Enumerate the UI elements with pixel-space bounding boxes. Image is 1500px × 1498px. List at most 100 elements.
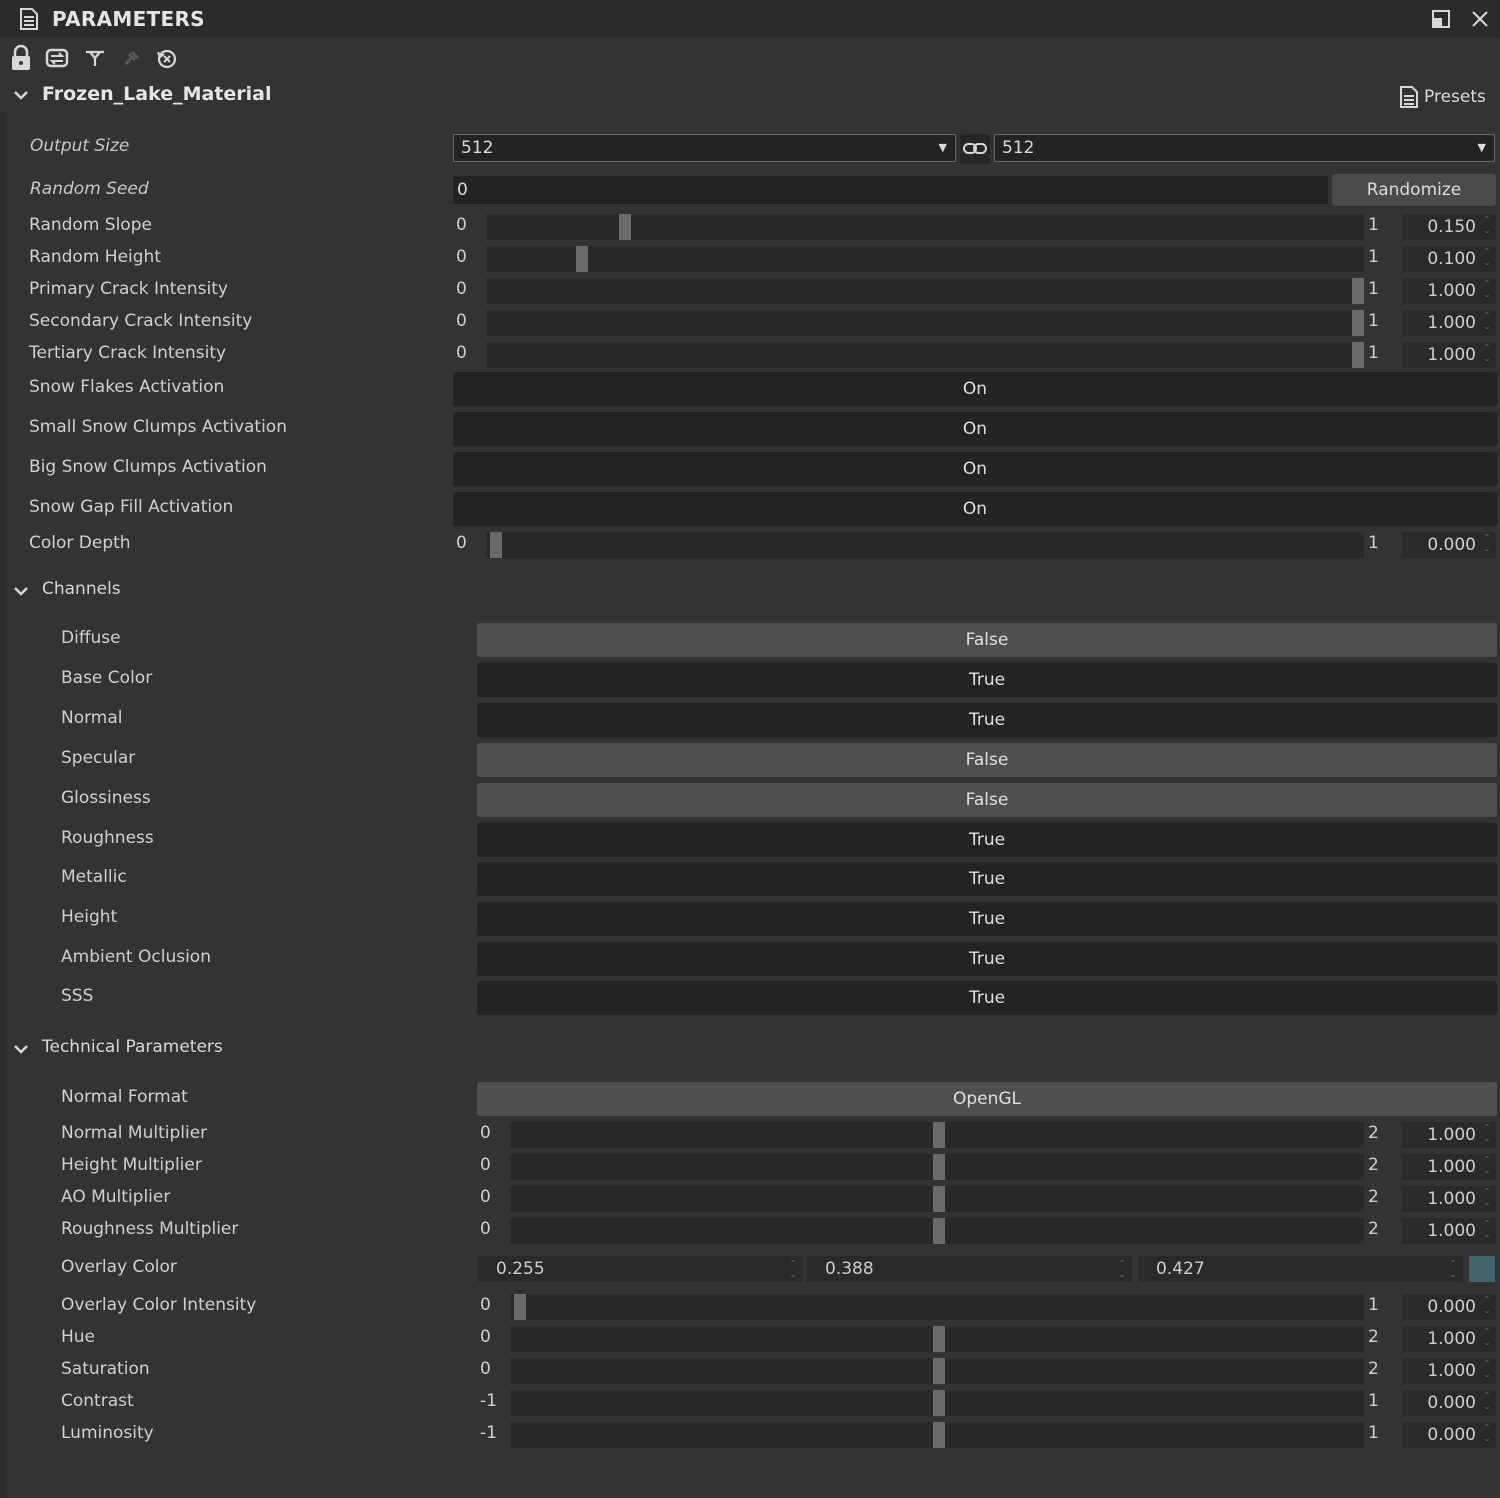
random-seed-input[interactable]: 0 <box>453 176 1328 204</box>
spinner-icon[interactable]: ⌃ ⌄ <box>1447 1256 1459 1280</box>
channel-label: Height <box>61 907 118 927</box>
randomize-button[interactable]: Randomize <box>1332 174 1496 206</box>
slider-handle[interactable] <box>933 1154 945 1180</box>
activation-label: Big Snow Clumps Activation <box>29 457 267 477</box>
channel-toggle[interactable]: True <box>477 823 1497 857</box>
slider-handle[interactable] <box>933 1390 945 1416</box>
link-icon <box>963 143 987 154</box>
slider-track[interactable] <box>486 246 1364 272</box>
slider-label: Normal Multiplier <box>61 1123 208 1143</box>
filter-icon[interactable] <box>82 44 108 72</box>
spinner-icon[interactable]: ⌃ ⌄ <box>1481 1186 1493 1212</box>
slider-track[interactable] <box>486 532 1364 558</box>
slider-max: 1 <box>1368 533 1379 553</box>
slider-track[interactable] <box>486 342 1364 368</box>
slider-handle[interactable] <box>490 532 502 558</box>
slider-min: 0 <box>480 1219 491 1239</box>
activation-label: Snow Flakes Activation <box>29 377 225 397</box>
slider-label: Random Slope <box>29 215 152 235</box>
overlay-color-r-input[interactable]: 0.255 ⌃ ⌄ <box>478 1256 803 1282</box>
spinner-icon[interactable]: ⌃ ⌄ <box>1481 1390 1493 1416</box>
sync-icon[interactable] <box>44 44 70 72</box>
slider-handle[interactable] <box>576 246 589 272</box>
spinner-icon[interactable]: ⌃ ⌄ <box>1481 1358 1493 1384</box>
output-height-dropdown[interactable]: 512 ▼ <box>994 134 1495 162</box>
slider-handle[interactable] <box>1352 310 1364 336</box>
link-size-button[interactable] <box>960 134 990 164</box>
channel-toggle[interactable]: False <box>477 623 1497 657</box>
activation-toggle[interactable]: On <box>453 412 1497 446</box>
channel-label: Metallic <box>61 867 127 887</box>
spinner-icon[interactable]: ⌃ ⌄ <box>787 1256 799 1280</box>
spinner-icon[interactable]: ⌃ ⌄ <box>1481 1326 1493 1352</box>
slider-handle[interactable] <box>1352 278 1364 304</box>
output-width-dropdown[interactable]: 512 ▼ <box>453 134 956 162</box>
slider-handle[interactable] <box>1352 342 1364 368</box>
output-width-value: 512 <box>461 138 494 158</box>
slider-handle[interactable] <box>619 214 632 240</box>
chevron-down-icon[interactable] <box>12 582 30 600</box>
lock-icon[interactable] <box>8 44 34 72</box>
chevron-down-icon[interactable] <box>12 1040 30 1058</box>
slider-track[interactable] <box>486 214 1364 240</box>
spinner-icon[interactable]: ⌃ ⌄ <box>1481 214 1493 240</box>
channel-toggle[interactable]: True <box>477 862 1497 896</box>
slider-max: 1 <box>1368 343 1379 363</box>
activation-toggle[interactable]: On <box>453 372 1497 406</box>
channel-label: SSS <box>61 986 94 1006</box>
channel-toggle[interactable]: True <box>477 902 1497 936</box>
slider-handle[interactable] <box>514 1294 526 1320</box>
spinner-icon[interactable]: ⌃ ⌄ <box>1481 310 1493 336</box>
channel-label: Base Color <box>61 668 153 688</box>
channel-toggle[interactable]: True <box>477 981 1497 1015</box>
material-name: Frozen_Lake_Material <box>42 83 272 105</box>
spinner-icon[interactable]: ⌃ ⌄ <box>1481 532 1493 558</box>
dropdown-arrow-icon: ▼ <box>1477 141 1486 154</box>
reset-icon[interactable] <box>154 44 180 72</box>
chevron-down-icon[interactable] <box>12 86 30 104</box>
slider-label: Color Depth <box>29 533 131 553</box>
channel-toggle[interactable]: False <box>477 743 1497 777</box>
slider-label: Tertiary Crack Intensity <box>29 343 227 363</box>
channel-toggle[interactable]: True <box>477 942 1497 976</box>
spinner-icon[interactable]: ⌃ ⌄ <box>1481 1154 1493 1180</box>
spinner-icon[interactable]: ⌃ ⌄ <box>1481 1122 1493 1148</box>
slider-handle[interactable] <box>933 1122 945 1148</box>
overlay-color-b-value: 0.427 <box>1156 1259 1205 1279</box>
spinner-icon[interactable]: ⌃ ⌄ <box>1481 1294 1493 1320</box>
slider-max: 2 <box>1368 1359 1379 1379</box>
presets-button[interactable]: Presets <box>1400 84 1486 110</box>
slider-label: Primary Crack Intensity <box>29 279 228 299</box>
close-icon[interactable] <box>1470 9 1490 29</box>
overlay-color-g-input[interactable]: 0.388 ⌃ ⌄ <box>807 1256 1132 1282</box>
spinner-icon[interactable]: ⌃ ⌄ <box>1481 1218 1493 1244</box>
slider-min: -1 <box>480 1423 497 1443</box>
slider-handle[interactable] <box>933 1186 945 1212</box>
channel-toggle[interactable]: True <box>477 663 1497 697</box>
slider-track[interactable] <box>486 278 1364 304</box>
spinner-icon[interactable]: ⌃ ⌄ <box>1481 1422 1493 1448</box>
slider-handle[interactable] <box>933 1326 945 1352</box>
channels-section-title: Channels <box>42 579 121 599</box>
channel-toggle[interactable]: False <box>477 783 1497 817</box>
slider-track[interactable] <box>486 310 1364 336</box>
overlay-color-swatch[interactable] <box>1469 1256 1495 1282</box>
spinner-icon[interactable]: ⌃ ⌄ <box>1481 278 1493 304</box>
slider-track[interactable] <box>510 1294 1364 1320</box>
slider-handle[interactable] <box>933 1422 945 1448</box>
channel-toggle[interactable]: True <box>477 703 1497 737</box>
channel-label: Specular <box>61 748 136 768</box>
spinner-icon[interactable]: ⌃ ⌄ <box>1481 246 1493 272</box>
slider-label: Overlay Color Intensity <box>61 1295 257 1315</box>
spinner-icon[interactable]: ⌃ ⌄ <box>1116 1256 1128 1280</box>
overlay-color-b-input[interactable]: 0.427 ⌃ ⌄ <box>1138 1256 1463 1282</box>
output-size-label: Output Size <box>30 136 130 156</box>
activation-toggle[interactable]: On <box>453 492 1497 526</box>
activation-toggle[interactable]: On <box>453 452 1497 486</box>
slider-min: 0 <box>456 279 467 299</box>
spinner-icon[interactable]: ⌃ ⌄ <box>1481 342 1493 368</box>
normal-format-toggle[interactable]: OpenGL <box>477 1082 1497 1116</box>
maximize-icon[interactable] <box>1432 10 1450 28</box>
slider-handle[interactable] <box>933 1218 945 1244</box>
slider-handle[interactable] <box>933 1358 945 1384</box>
